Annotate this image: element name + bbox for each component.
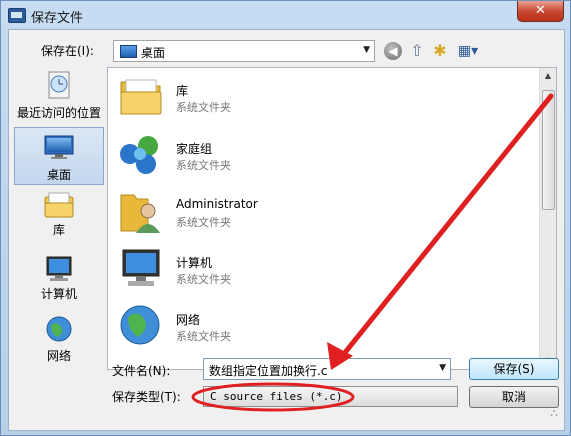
item-type: 系统文件夹 [176, 216, 231, 229]
place-label: 库 [52, 223, 65, 237]
item-type: 系统文件夹 [176, 330, 231, 343]
up-folder-icon[interactable]: ⇧ [407, 41, 427, 61]
filetype-dropdown[interactable]: C source files (*.c) [203, 386, 458, 407]
recent-places-icon [48, 71, 70, 99]
libraries-icon [44, 192, 74, 218]
desktop-icon [44, 135, 74, 159]
computer-icon [122, 249, 160, 286]
place-computer[interactable]: 计算机 [14, 251, 104, 309]
save-dialog: 保存文件 ✕ 保存在(I): 桌面 ▼ ◀ ⇧ ✱ ▦▾ 最近访问的位置 桌面 … [0, 0, 571, 436]
filename-input[interactable]: 数组指定位置加换行.c ▼ [203, 358, 451, 380]
list-item[interactable]: 网络 系统文件夹 [118, 303, 418, 355]
place-network[interactable]: 网络 [14, 313, 104, 371]
place-label: 网络 [46, 349, 71, 363]
list-item[interactable]: Administrator 系统文件夹 [118, 189, 418, 241]
watermark-logo: ⛬ [550, 406, 558, 419]
new-folder-icon[interactable]: ✱ [430, 41, 450, 61]
item-name: 库 [176, 84, 189, 98]
save-in-label: 保存在(I): [41, 44, 94, 58]
cancel-button[interactable]: 取消 [469, 386, 559, 408]
item-type: 系统文件夹 [176, 159, 231, 172]
place-libraries[interactable]: 库 [14, 189, 104, 247]
item-name: Administrator [176, 197, 258, 211]
list-item[interactable]: 计算机 系统文件夹 [118, 246, 418, 298]
app-icon [8, 8, 26, 23]
place-label: 计算机 [40, 287, 77, 301]
location-dropdown[interactable]: 桌面 ▼ [113, 40, 375, 62]
network-icon [46, 316, 72, 342]
save-button[interactable]: 保存(S) [469, 358, 559, 380]
user-folder-icon [120, 194, 160, 233]
filetype-label: 保存类型(T): [112, 390, 181, 404]
filename-value: 数组指定位置加换行.c [209, 364, 328, 378]
file-list[interactable]: 库 系统文件夹 家庭组 系统文件夹 Administrator 系统文件夹 计算… [107, 67, 557, 370]
item-name: 家庭组 [176, 142, 213, 156]
homegroup-icon [120, 136, 158, 174]
title-bar[interactable]: 保存文件 ✕ [1, 1, 570, 29]
computer-icon [46, 256, 72, 281]
network-icon [120, 305, 160, 345]
item-name: 网络 [176, 313, 201, 327]
place-label: 桌面 [46, 168, 71, 182]
chevron-down-icon[interactable]: ▼ [439, 363, 446, 373]
view-menu-icon[interactable]: ▦▾ [454, 41, 482, 61]
scroll-thumb[interactable] [542, 90, 555, 210]
place-recent[interactable]: 最近访问的位置 [14, 68, 104, 126]
libraries-folder-icon [120, 79, 162, 115]
chevron-down-icon[interactable]: ▼ [363, 45, 370, 55]
desktop-icon [120, 45, 137, 58]
filename-label: 文件名(N): [112, 364, 171, 378]
list-item[interactable]: 库 系统文件夹 [118, 74, 418, 126]
location-value: 桌面 [141, 46, 166, 60]
place-desktop[interactable]: 桌面 [14, 127, 104, 185]
back-arrow-icon[interactable]: ◀ [384, 42, 402, 60]
dialog-body: 保存在(I): 桌面 ▼ ◀ ⇧ ✱ ▦▾ 最近访问的位置 桌面 库 计算机 网… [8, 29, 565, 431]
item-type: 系统文件夹 [176, 101, 231, 114]
window-title: 保存文件 [31, 11, 84, 26]
close-button[interactable]: ✕ [517, 1, 564, 22]
place-label: 最近访问的位置 [16, 106, 101, 120]
item-type: 系统文件夹 [176, 273, 231, 286]
filetype-value: C source files (*.c) [210, 390, 343, 403]
vertical-scrollbar[interactable]: ▲ ▼ [539, 68, 556, 369]
list-item[interactable]: 家庭组 系统文件夹 [118, 132, 418, 184]
scroll-up-icon[interactable]: ▲ [540, 68, 556, 84]
places-bar: 最近访问的位置 桌面 库 计算机 网络 [14, 68, 104, 368]
item-name: 计算机 [176, 256, 213, 270]
